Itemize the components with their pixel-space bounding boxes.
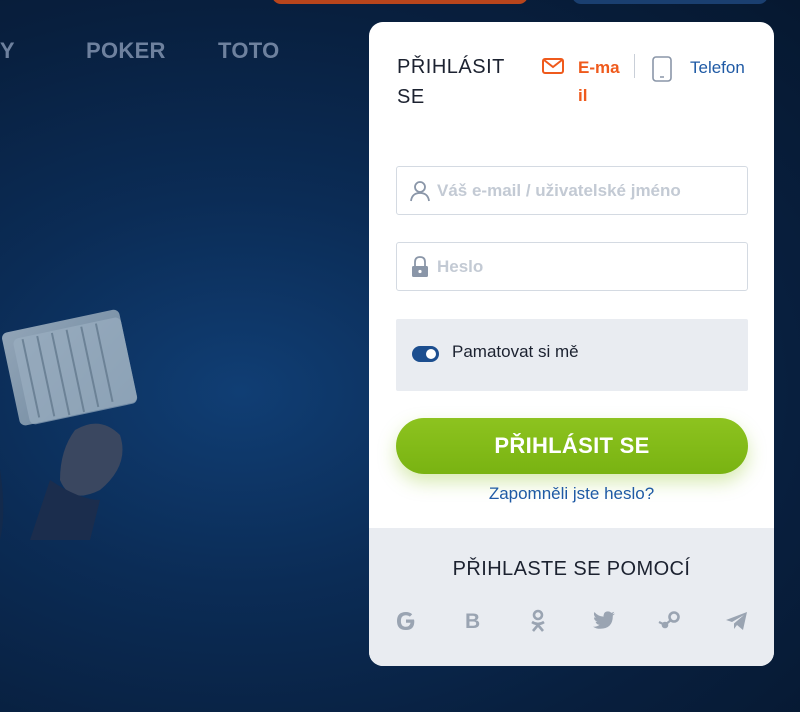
odnoklassniki-glyph	[531, 609, 545, 632]
google-glyph	[397, 612, 415, 630]
forgot-password-link[interactable]: Zapomněli jste heslo?	[369, 484, 774, 504]
envelope-icon	[542, 58, 564, 74]
login-button[interactable]: PŘIHLÁSIT SE	[396, 418, 748, 474]
svg-text:B: B	[465, 610, 480, 632]
money-hand-illustration	[0, 309, 138, 540]
tab-email-label: E-mail	[578, 58, 620, 105]
remember-me-row: Pamatovat si mě	[396, 319, 748, 391]
remember-me-label[interactable]: Pamatovat si mě	[452, 342, 579, 362]
password-input[interactable]	[437, 243, 737, 290]
login-header: PŘIHLÁSIT SE E-mail Telefon	[369, 22, 774, 132]
google-icon[interactable]	[393, 608, 419, 634]
tab-phone[interactable]: Telefon	[649, 54, 759, 84]
twitter-icon[interactable]	[591, 608, 617, 634]
twitter-glyph	[593, 611, 615, 629]
login-title: PŘIHLÁSIT SE	[397, 56, 505, 108]
vk-glyph: B	[465, 610, 480, 632]
tab-email[interactable]: E-mail	[542, 54, 622, 108]
top-banner-button[interactable]	[272, 0, 528, 4]
toggle-knob	[426, 349, 436, 359]
username-field[interactable]	[396, 166, 748, 215]
steam-icon[interactable]	[657, 608, 683, 634]
lock-icon	[412, 256, 428, 277]
nav-item-toto[interactable]: TOTO	[218, 38, 280, 64]
smartphone-icon	[652, 56, 672, 82]
social-login-title: PŘIHLASTE SE POMOCÍ	[452, 558, 691, 580]
odnoklassniki-icon[interactable]	[525, 608, 551, 634]
vk-icon[interactable]: B	[460, 608, 486, 634]
social-login-section: PŘIHLASTE SE POMOCÍ B	[369, 528, 774, 666]
telegram-glyph	[726, 612, 747, 630]
login-card: PŘIHLÁSIT SE E-mail Telefon Váš e-mail /…	[369, 22, 774, 666]
top-banner-button-secondary[interactable]	[572, 0, 768, 4]
password-field[interactable]	[396, 242, 748, 291]
user-icon	[410, 181, 430, 202]
username-input[interactable]	[437, 167, 737, 214]
nav-item-sports[interactable]: RTY	[0, 38, 15, 64]
steam-glyph	[658, 611, 680, 629]
telegram-icon[interactable]	[724, 608, 750, 634]
tab-divider	[634, 54, 635, 78]
remember-me-toggle[interactable]	[412, 346, 439, 362]
tab-phone-label: Telefon	[690, 58, 745, 77]
nav-item-poker[interactable]: POKER	[86, 38, 166, 64]
